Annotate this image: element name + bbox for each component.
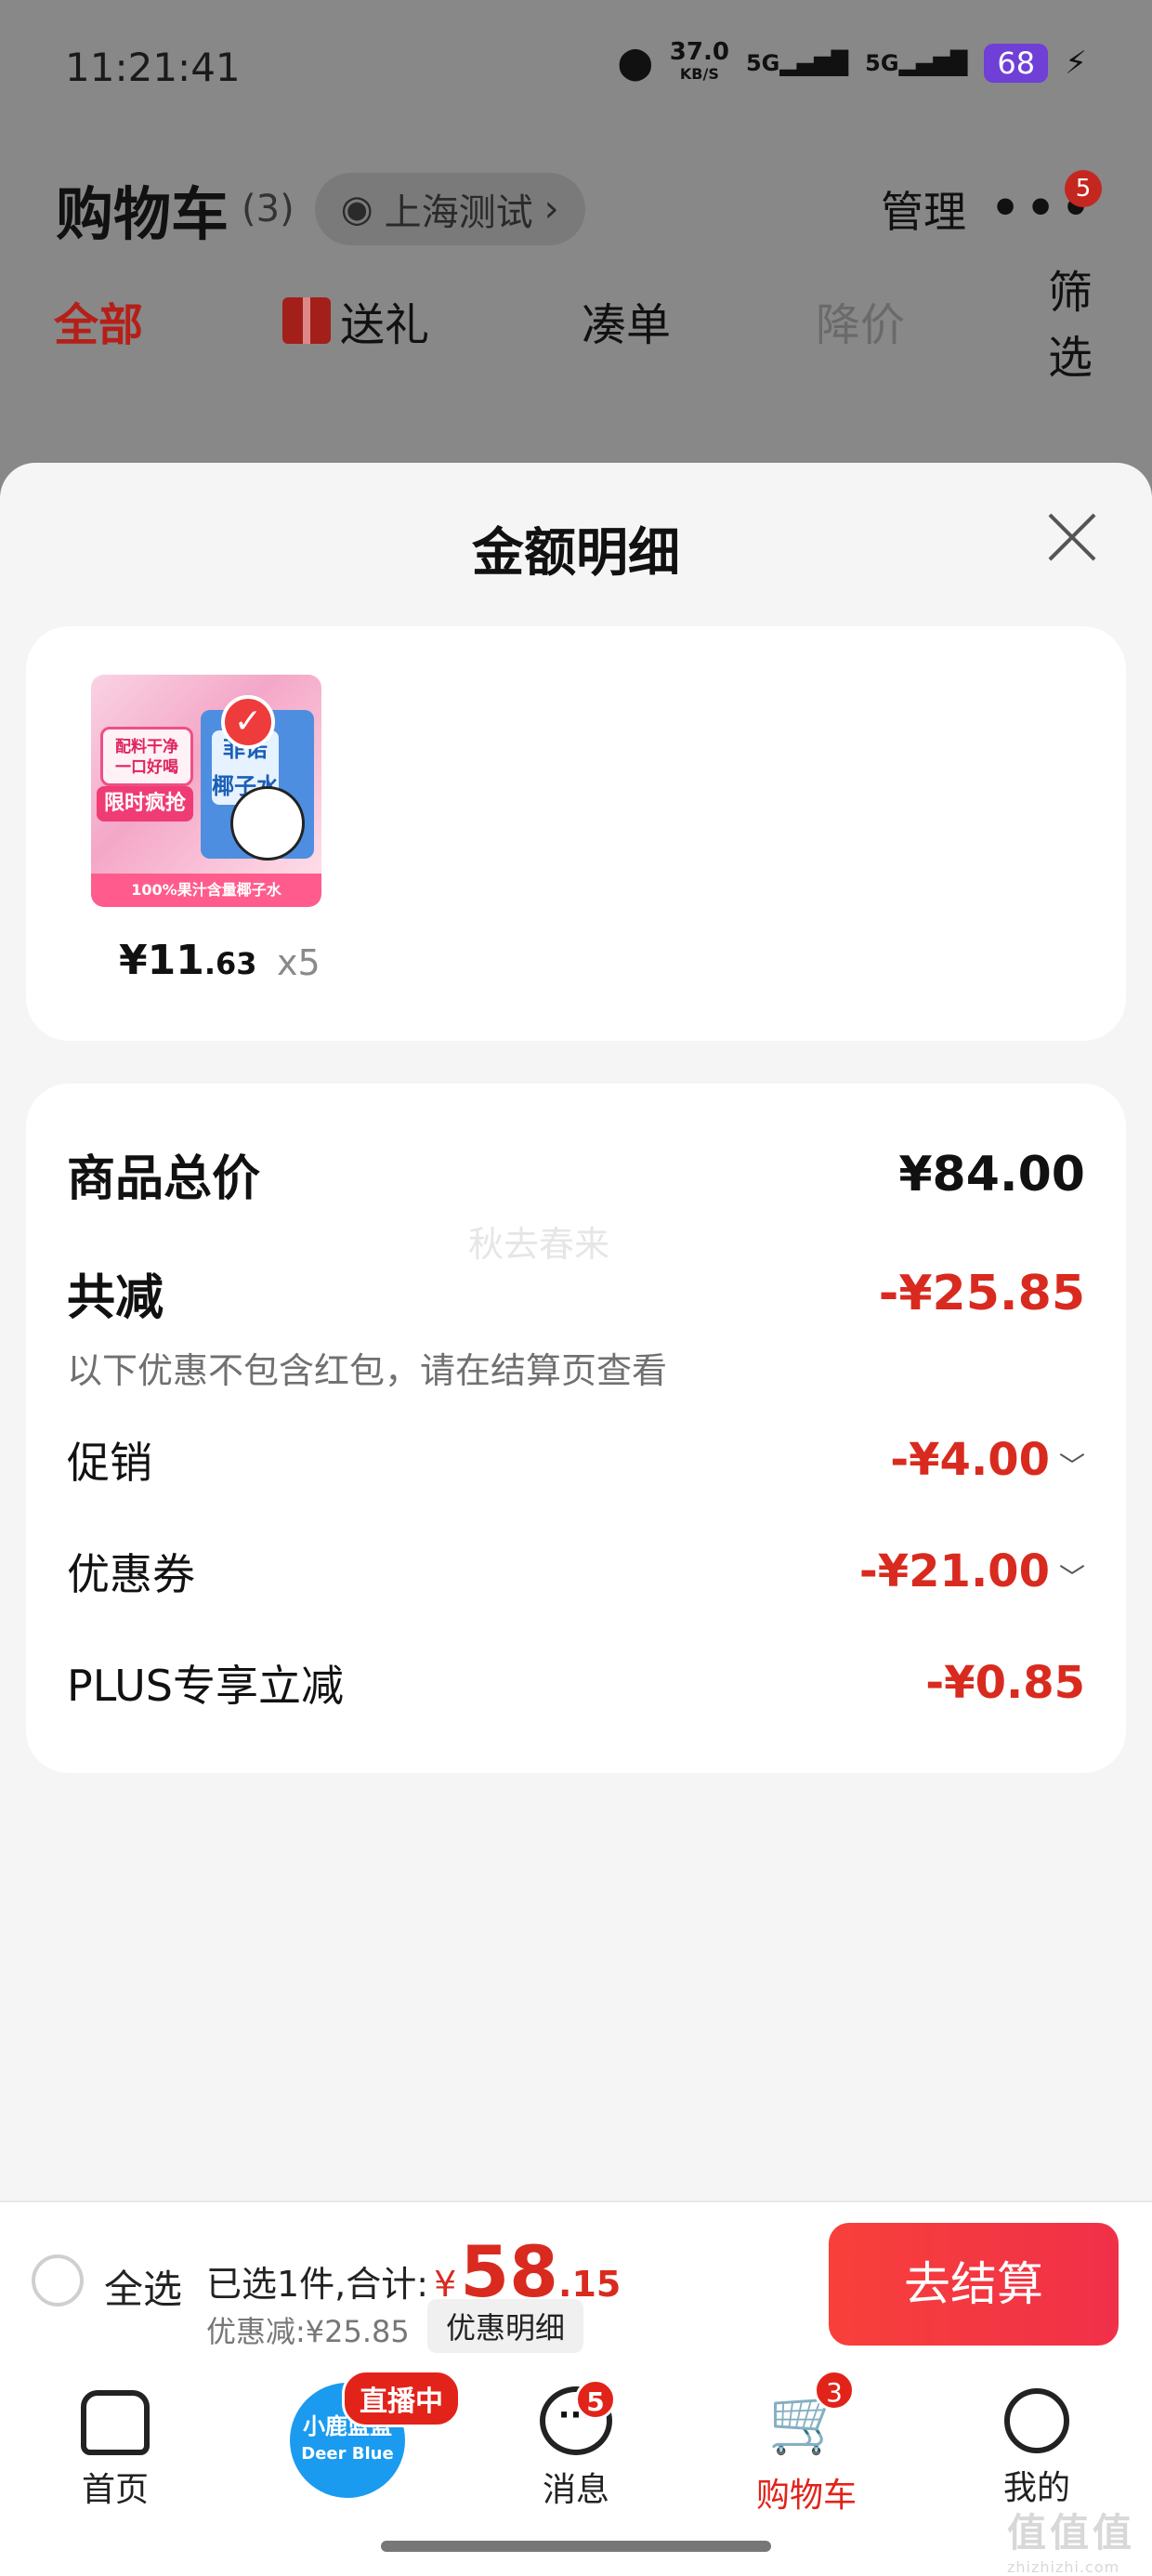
location-selector[interactable]: ◉ 上海测试 › [314, 173, 585, 245]
net-speed-unit: KB/S [679, 65, 719, 83]
battery-indicator: 68 [984, 44, 1049, 83]
charging-icon: ⚡ [1065, 45, 1087, 82]
corner-watermark-main: 值值值 [1006, 2510, 1135, 2556]
tab-filter[interactable]: 筛选 [1048, 256, 1133, 386]
thumb-text-b: 限时疯抢 [97, 786, 193, 821]
location-pin-icon: ⬤ [617, 45, 653, 82]
chevron-down-icon: ﹀ [1058, 1562, 1085, 1593]
net-speed-value: 37.0 [669, 38, 729, 66]
reduce-note: 以下优惠不包含红包，请在结算页查看 [67, 1350, 668, 1391]
gift-icon [282, 297, 331, 344]
tab-me[interactable]: 我的 [962, 2383, 1111, 2509]
plus-row: PLUS专享立减 -¥0.85 [67, 1652, 1085, 1714]
manage-button[interactable]: 管理 [881, 178, 966, 240]
signal-1-label: 5G [745, 50, 780, 76]
messages-badge: 5 [575, 2379, 616, 2420]
promo-row[interactable]: 促销 -¥4.00 ﹀ [67, 1429, 1085, 1491]
tab-all[interactable]: 全部 [54, 288, 143, 353]
select-all-checkbox[interactable] [32, 2254, 84, 2307]
product-price-dec: .63 [203, 946, 257, 981]
cart-header: 购物车 (3) ◉ 上海测试 › 管理 ••• 5 [56, 170, 1102, 248]
total-price-row: 商品总价 ¥84.00 [67, 1139, 1085, 1209]
product-card: 配料干净 一口好喝 限时疯抢 菲诺 椰子水 100%果汁含量椰子水 ✓ ¥11.63… [26, 626, 1126, 1041]
close-icon[interactable] [1044, 509, 1100, 565]
cart-badge: 3 [814, 2370, 855, 2411]
signal-1-icon: 5G▂▄▆█ [745, 50, 849, 76]
checkout-button[interactable]: 去结算 [829, 2223, 1119, 2346]
live-badge: 直播中 [342, 2370, 461, 2427]
checkmark-icon: ✓ [221, 695, 275, 749]
amount-detail-card: 秋去春来 商品总价 ¥84.00 共减 -¥25.85 以下优惠不包含红包，请在… [26, 1084, 1126, 1773]
product-thumbnail[interactable]: 配料干净 一口好喝 限时疯抢 菲诺 椰子水 100%果汁含量椰子水 ✓ [91, 675, 321, 907]
plus-label: PLUS专享立减 [67, 1661, 344, 1711]
live-brand-en: Deer Blue [301, 2444, 394, 2464]
thumb-text-a: 配料干净 一口好喝 [100, 727, 193, 786]
tab-messages[interactable]: ··· 5 消息 [502, 2379, 650, 2511]
promo-label: 促销 [67, 1438, 152, 1488]
thumb-bottom-text: 100%果汁含量椰子水 [91, 874, 321, 907]
signal-2-icon: 5G▂▄▆█ [865, 50, 968, 76]
coupon-amount: -¥21.00 [858, 1545, 1050, 1597]
status-time: 11:21:41 [65, 45, 241, 90]
tab-cart[interactable]: 🛒 3 购物车 [732, 2370, 881, 2517]
plus-value: -¥0.85 [925, 1657, 1085, 1709]
location-label: 上海测试 [384, 191, 533, 234]
more-badge: 5 [1065, 170, 1102, 207]
tab-cart-label: 购物车 [755, 2477, 857, 2515]
more-button[interactable]: ••• 5 [990, 170, 1102, 235]
product-quantity: x5 [277, 942, 321, 983]
cart-icon: 🛒 3 [767, 2370, 855, 2461]
sheet-title: 金额明细 [472, 523, 680, 584]
checkout-bar: 全选 已选1件,合计: ¥ 58 .15 优惠减:¥25.85 优惠明细 去结算 [0, 2201, 1152, 2364]
signal-2-label: 5G [865, 50, 899, 76]
tab-messages-label: 消息 [542, 2471, 609, 2509]
discount-detail-button[interactable]: 优惠明细 [427, 2299, 584, 2353]
tab-home-label: 首页 [81, 2471, 149, 2509]
amount-detail-sheet: 金额明细 配料干净 一口好喝 限时疯抢 菲诺 椰子水 100%果汁含量椰子水 ✓ ¥… [0, 463, 1152, 2201]
tab-gift[interactable]: 送礼 [282, 288, 429, 353]
coupon-label: 优惠券 [67, 1549, 195, 1599]
chevron-down-icon: ﹀ [1058, 1451, 1085, 1481]
tab-bundle[interactable]: 凑单 [582, 288, 671, 353]
tab-gift-label: 送礼 [340, 299, 430, 351]
coupon-value: -¥21.00 ﹀ [859, 1545, 1085, 1597]
tab-home[interactable]: 首页 [41, 2383, 190, 2511]
home-icon [81, 2390, 150, 2455]
status-icons: ⬤ 37.0 KB/S 5G▂▄▆█ 5G▂▄▆█ 68 ⚡ [617, 38, 1087, 85]
corner-watermark-sub: zhizhizhi.com [1006, 2558, 1120, 2576]
tab-price-drop[interactable]: 降价 [816, 288, 905, 353]
product-price-int: ¥11 [119, 937, 204, 984]
selected-text: 已选1件,合计: [206, 2264, 429, 2305]
message-icon: ··· 5 [540, 2379, 616, 2455]
total-price-label: 商品总价 [67, 1151, 261, 1207]
total-reduce-value: -¥25.85 [878, 1265, 1085, 1321]
total-reduce-label: 共减 [67, 1270, 164, 1326]
select-all-label[interactable]: 全选 [104, 2258, 182, 2315]
page-title: 购物车 [56, 180, 229, 248]
total-reduce-row: 共减 -¥25.85 [67, 1258, 1085, 1328]
thumb-mascot [230, 786, 305, 861]
user-icon [1004, 2388, 1069, 2453]
promo-amount: -¥4.00 [890, 1434, 1050, 1486]
status-bar: 11:21:41 ⬤ 37.0 KB/S 5G▂▄▆█ 5G▂▄▆█ 68 ⚡ [0, 0, 1152, 139]
total-price-value: ¥84.00 [898, 1146, 1085, 1203]
discount-text: 优惠减:¥25.85 [206, 2314, 410, 2349]
corner-watermark: 值值值 zhizhizhi.com [1007, 2502, 1135, 2576]
cart-count: (3) [242, 188, 295, 230]
product-price: ¥11.63 [119, 937, 257, 984]
promo-value: -¥4.00 ﹀ [890, 1434, 1085, 1486]
home-indicator[interactable] [381, 2541, 771, 2552]
net-speed: 37.0 KB/S [669, 38, 729, 85]
chevron-right-icon: › [543, 188, 559, 230]
eye-icon: ◉ [340, 188, 373, 230]
coupon-row[interactable]: 优惠券 -¥21.00 ﹀ [67, 1541, 1085, 1602]
